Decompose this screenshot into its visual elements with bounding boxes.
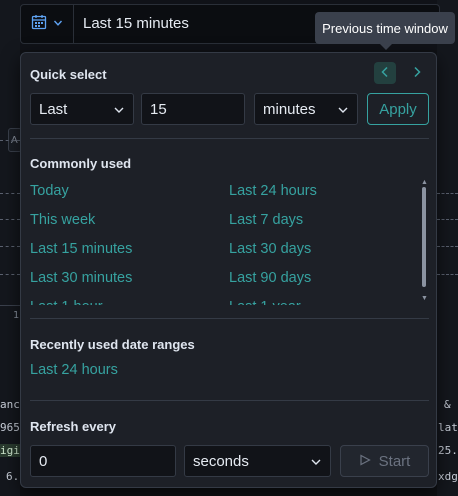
recently-used-item[interactable]: Last 24 hours [30,362,118,378]
refresh-unit-select[interactable]: seconds [184,445,331,477]
commonly-used-item[interactable]: Last 30 days [229,235,425,264]
commonly-used-title: Commonly used [30,156,132,171]
calendar-icon [31,14,47,35]
background-log-cell: 6. [6,470,20,483]
chevron-down-icon [53,15,63,33]
play-icon [359,453,371,470]
tense-select-value: Last [39,100,68,118]
background-log-cell: xdg [438,470,458,483]
apply-button[interactable]: Apply [367,93,429,125]
background-gridline [437,193,458,194]
commonly-used-item[interactable]: This week [30,206,229,235]
background-log-cell: 965 [0,421,20,434]
scrollbar[interactable]: ▲ ▼ [421,179,428,304]
chevron-down-icon [337,103,349,115]
commonly-used-item[interactable]: Last 1 year [229,293,425,305]
background-gridline [437,246,458,247]
background-axis-tick: 1 [13,310,20,321]
refresh-unit-value: seconds [193,452,249,470]
tooltip-arrow [380,44,392,50]
background-gridline [0,140,20,141]
background-log-cell: & [444,398,451,411]
background-gridline [0,219,20,220]
chevron-left-icon [380,66,390,81]
commonly-used-item[interactable]: Last 24 hours [229,177,425,206]
scroll-up-icon[interactable]: ▲ [421,179,428,186]
refresh-title: Refresh every [30,419,116,434]
background-axis [0,305,20,306]
background-log-cell: 25. [438,444,458,457]
commonly-used-item[interactable]: Last 30 minutes [30,264,229,293]
time-picker-popover: Quick select Last 15 minutes Apply Commo… [20,52,437,488]
background-gridline [0,274,20,275]
start-refresh-button[interactable]: Start [340,445,429,477]
divider [30,138,429,139]
commonly-used-item[interactable]: Last 7 days [229,206,425,235]
commonly-used-item[interactable]: Last 15 minutes [30,235,229,264]
commonly-used-grid: Today Last 24 hours This week Last 7 day… [30,177,425,305]
scrollbar-thumb[interactable] [422,187,426,287]
refresh-interval-input[interactable]: 0 [30,445,176,477]
unit-select-value: minutes [263,100,316,118]
next-time-window-button[interactable] [406,62,428,84]
unit-select[interactable]: minutes [254,93,358,125]
background-log-cell: lat [438,421,458,434]
divider [30,318,429,319]
background-gridline [0,193,20,194]
chevron-right-icon [412,66,422,81]
previous-window-tooltip: Previous time window [315,12,455,44]
refresh-interval-value: 0 [39,452,48,470]
commonly-used-item[interactable]: Last 90 days [229,264,425,293]
time-range-label[interactable]: Last 15 minutes [83,15,189,32]
scroll-down-icon[interactable]: ▼ [421,295,428,302]
quantity-input[interactable]: 15 [141,93,245,125]
background-gridline [437,219,458,220]
divider [30,400,429,401]
background-gridline [437,274,458,275]
start-button-label: Start [378,452,411,470]
chevron-down-icon [113,103,125,115]
commonly-used-item[interactable]: Last 1 hour [30,293,229,305]
quantity-input-value: 15 [150,100,167,118]
quick-menu-button[interactable] [21,5,74,43]
commonly-used-item[interactable]: Today [30,177,229,206]
previous-time-window-button[interactable] [374,62,396,84]
background-log-cell: igi [0,444,20,457]
background-log-cell: ance [0,398,20,411]
recently-used-title: Recently used date ranges [30,337,195,352]
quick-select-title: Quick select [30,67,107,82]
commonly-used-list: Today Last 24 hours This week Last 7 day… [30,177,432,305]
tense-select[interactable]: Last [30,93,134,125]
tooltip-text: Previous time window [322,20,448,36]
background-gridline [0,246,20,247]
chevron-down-icon [310,455,322,467]
